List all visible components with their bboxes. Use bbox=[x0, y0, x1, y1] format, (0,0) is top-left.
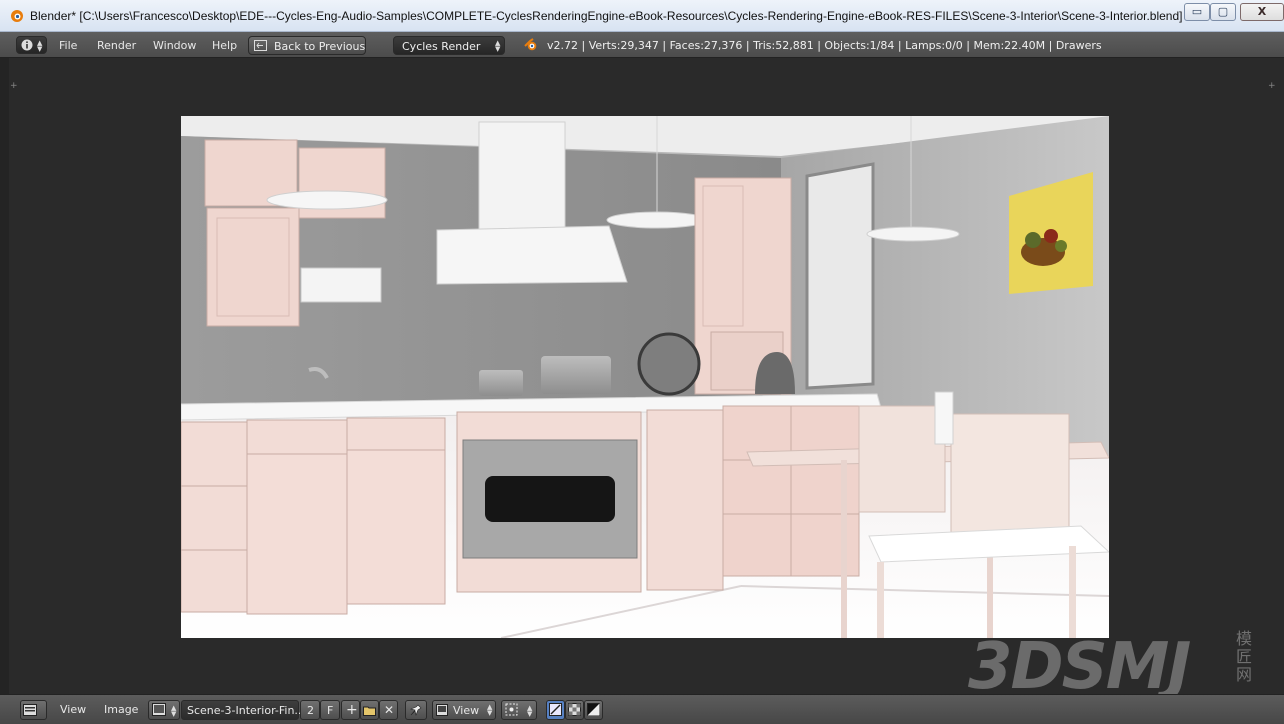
minimize-button[interactable]: ▭ bbox=[1184, 3, 1210, 21]
pin-icon bbox=[410, 704, 422, 716]
folder-icon bbox=[363, 706, 376, 716]
menu-view[interactable]: View bbox=[60, 703, 86, 716]
image-editor-area[interactable]: + + 3DSMJ 模匠网 bbox=[0, 58, 1284, 704]
close-button[interactable]: X bbox=[1240, 3, 1284, 21]
updown-arrows-icon: ▲ ▼ bbox=[37, 39, 43, 53]
info-header: ▲ ▼ File Render Window Help Back to Previ… bbox=[0, 32, 1284, 58]
menu-render[interactable]: Render bbox=[97, 39, 136, 52]
browse-image-button[interactable]: ▲ ▼ bbox=[148, 700, 180, 720]
watermark-cn-text: 模匠网 bbox=[1236, 629, 1253, 684]
draw-channels-rgb-button[interactable] bbox=[546, 700, 565, 720]
minimize-icon: ▭ bbox=[1191, 5, 1203, 18]
region-expand-right-icon[interactable]: + bbox=[1268, 82, 1277, 91]
watermark-logo: 3DSMJ bbox=[968, 630, 1191, 704]
image-editor-icon bbox=[23, 704, 37, 716]
blender-logo-icon bbox=[11, 10, 23, 22]
pin-image-button[interactable] bbox=[405, 700, 427, 720]
updown-arrows-icon: ▲ ▼ bbox=[171, 704, 177, 718]
draw-channels-zbuffer-button[interactable] bbox=[584, 700, 603, 720]
close-icon: X bbox=[1257, 5, 1267, 18]
unlink-image-button[interactable]: ✕ bbox=[379, 700, 398, 720]
image-name-value: Scene-3-Interior-Fin... bbox=[187, 704, 305, 717]
editor-type-selector[interactable]: ▲ ▼ bbox=[16, 36, 47, 54]
menu-file[interactable]: File bbox=[59, 39, 77, 52]
updown-arrows-icon: ▲ ▼ bbox=[487, 703, 493, 717]
blender-logo-icon bbox=[524, 38, 537, 51]
x-icon: ✕ bbox=[384, 703, 395, 717]
draw-channels-alpha-button[interactable] bbox=[565, 700, 584, 720]
editor-type-selector[interactable] bbox=[20, 700, 47, 720]
menu-help[interactable]: Help bbox=[212, 39, 237, 52]
region-expand-left-icon[interactable]: + bbox=[10, 82, 19, 91]
maximize-icon: ▢ bbox=[1217, 5, 1229, 18]
rendered-image bbox=[181, 116, 1109, 638]
view-mode-value: View bbox=[453, 704, 480, 717]
maximize-button[interactable]: ▢ bbox=[1210, 3, 1236, 21]
updown-arrows-icon: ▲ ▼ bbox=[527, 704, 533, 718]
window-titlebar: Blender* [C:\Users\Francesco\Desktop\EDE… bbox=[0, 0, 1284, 32]
open-image-button[interactable] bbox=[360, 700, 379, 720]
zbuffer-icon bbox=[587, 703, 600, 716]
render-engine-value: Cycles Render bbox=[402, 40, 481, 53]
checkerboard-icon bbox=[568, 703, 581, 716]
users-count-value: 2 bbox=[307, 704, 314, 717]
image-editor-header: View Image ▲ ▼ Scene-3-Interior-Fin... 2 … bbox=[0, 694, 1284, 724]
updown-arrows-icon: ▲ ▼ bbox=[495, 39, 501, 53]
render-engine-dropdown[interactable]: Cycles Render ▲ ▼ bbox=[393, 36, 505, 55]
fake-user-button[interactable]: F bbox=[320, 700, 340, 720]
menu-image[interactable]: Image bbox=[104, 703, 138, 716]
image-browse-icon bbox=[152, 703, 166, 716]
pivot-icon bbox=[505, 703, 518, 716]
kitchen-render bbox=[181, 116, 1109, 638]
info-icon bbox=[21, 39, 33, 51]
window-title: Blender* [C:\Users\Francesco\Desktop\EDE… bbox=[30, 9, 1183, 23]
back-to-previous-button[interactable]: Back to Previous bbox=[248, 36, 366, 55]
pivot-point-dropdown[interactable]: ▲ ▼ bbox=[501, 700, 537, 720]
plus-icon: + bbox=[346, 702, 358, 718]
view-mode-dropdown[interactable]: View ▲ ▼ bbox=[432, 700, 496, 720]
fake-user-label: F bbox=[327, 704, 334, 717]
scene-stats: v2.72 | Verts:29,347 | Faces:27,376 | Tr… bbox=[547, 39, 1102, 52]
back-screen-icon bbox=[254, 40, 267, 51]
region-edge bbox=[0, 58, 9, 694]
rgb-icon bbox=[549, 703, 562, 716]
back-to-previous-label: Back to Previous bbox=[274, 40, 366, 53]
image-view-icon bbox=[436, 704, 448, 716]
menu-window[interactable]: Window bbox=[153, 39, 196, 52]
new-image-button[interactable]: + bbox=[341, 700, 360, 720]
image-name-field[interactable]: Scene-3-Interior-Fin... bbox=[181, 700, 305, 720]
users-count-button[interactable]: 2 bbox=[300, 700, 320, 720]
